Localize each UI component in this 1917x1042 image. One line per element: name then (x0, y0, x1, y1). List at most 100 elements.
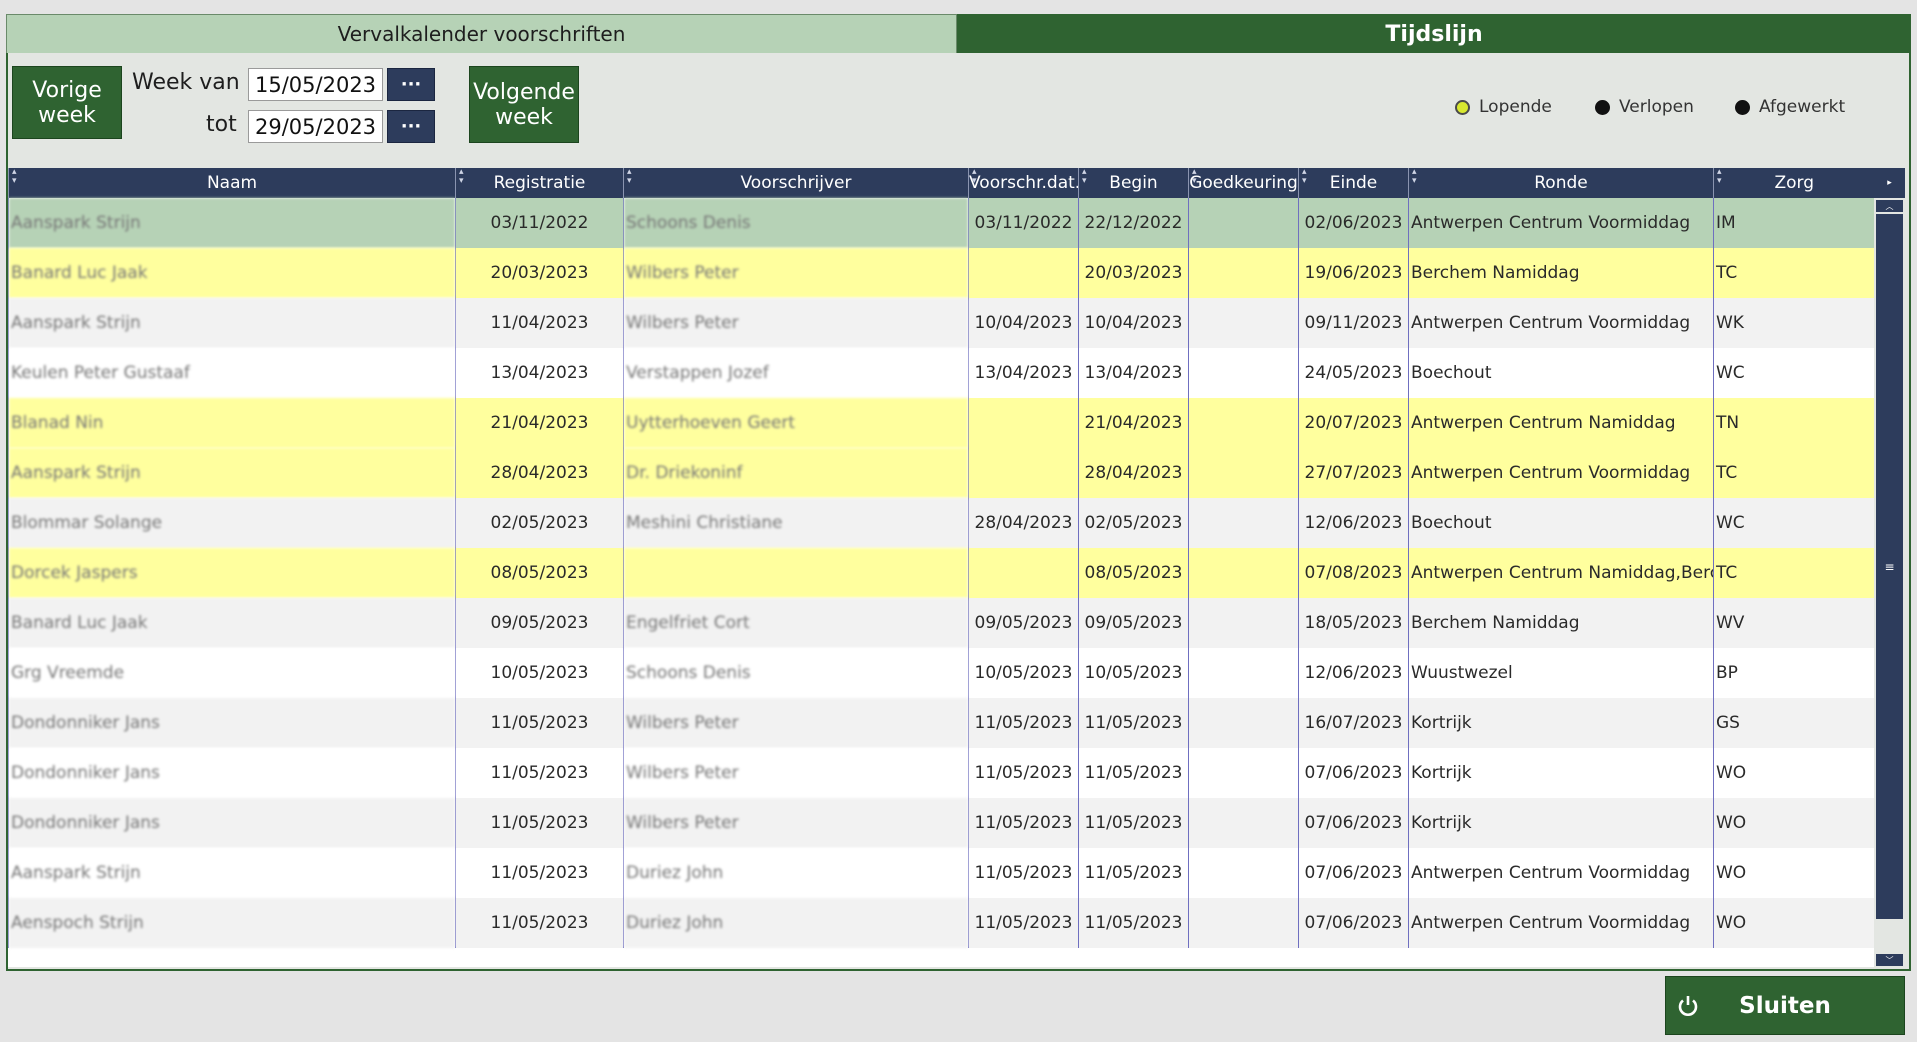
cell-begin: 09/05/2023 (1078, 598, 1189, 648)
date-from-input[interactable] (248, 68, 383, 101)
status-dot-icon (1455, 99, 1470, 115)
scroll-down-icon[interactable]: ﹀ (1876, 954, 1903, 966)
sort-icon[interactable]: ▴ ▾ (1717, 168, 1722, 186)
table-row[interactable]: Blanad Nin 21/04/2023 Uytterhoeven Geert 21… (8, 398, 1874, 448)
table-header-row: ▴ ▾ Naam ▴ ▾ Registratie ▴ ▾ Voorschrijver ▴ ▾ Voor… (8, 168, 1874, 198)
cell-begin: 13/04/2023 (1078, 348, 1189, 398)
table-row[interactable]: Banard Luc Jaak 20/03/2023 Wilbers Peter 20… (8, 248, 1874, 298)
sort-icon[interactable]: ▴ ▾ (12, 168, 17, 186)
cell-voorschrijver: Uytterhoeven Geert (623, 398, 969, 448)
legend-lopende: Lopende (1455, 97, 1552, 117)
column-header[interactable]: ▴ ▾ Goedkeuring (1188, 168, 1299, 198)
cell-begin: 10/04/2023 (1078, 298, 1189, 348)
cell-voorschr-dat: 11/05/2023 (968, 798, 1079, 848)
cell-einde: 19/06/2023 (1298, 248, 1409, 298)
cell-ronde: Kortrijk (1408, 698, 1714, 748)
cell-zorg: IM (1713, 198, 1874, 248)
cell-voorschrijver: Wilbers Peter (623, 748, 969, 798)
cell-voorschrijver: Dr. Driekoninf (623, 448, 969, 498)
table-row[interactable]: Blommar Solange 02/05/2023 Meshini Christi… (8, 498, 1874, 548)
table-row[interactable]: Aanspark Strijn 03/11/2022 Schoons Denis 03… (8, 198, 1874, 248)
previous-week-button[interactable]: Vorige week (12, 66, 122, 139)
cell-einde: 07/06/2023 (1298, 898, 1409, 948)
column-header[interactable]: ▴ ▾ Begin (1078, 168, 1189, 198)
cell-voorschr-dat: 11/05/2023 (968, 698, 1079, 748)
column-header[interactable]: ▴ ▾ Ronde (1408, 168, 1714, 198)
cell-voorschrijver: Duriez John (623, 848, 969, 898)
column-header-label: Voorschr.dat. (969, 173, 1079, 193)
cell-ronde: Antwerpen Centrum Voormiddag (1408, 198, 1714, 248)
cell-voorschrijver: Schoons Denis (623, 648, 969, 698)
table-row[interactable]: Banard Luc Jaak 09/05/2023 Engelfriet Cort… (8, 598, 1874, 648)
date-from-picker-button[interactable]: ··· (387, 68, 435, 101)
table-row[interactable]: Aanspark Strijn 11/04/2023 Wilbers Peter 10… (8, 298, 1874, 348)
week-van-label: Week van (132, 70, 240, 95)
table-row[interactable]: Dorcek Jaspers 08/05/2023 08/05/2023 07/08/… (8, 548, 1874, 598)
cell-goedkeuring (1188, 648, 1299, 698)
table-row[interactable]: Grg Vreemde 10/05/2023 Schoons Denis 10/05/… (8, 648, 1874, 698)
table-row[interactable]: Aanspark Strijn 11/05/2023 Duriez John 11/0… (8, 848, 1874, 898)
tot-label: tot (206, 112, 237, 137)
sort-icon[interactable]: ▴ ▾ (459, 168, 464, 186)
column-header-label: Ronde (1534, 173, 1588, 193)
column-header[interactable]: ▴ ▾ Zorg (1713, 168, 1874, 198)
cell-einde: 07/06/2023 (1298, 748, 1409, 798)
scroll-thumb[interactable]: ≡ (1876, 214, 1903, 919)
table-row[interactable]: Aanspark Strijn 28/04/2023 Dr. Driekoninf 2… (8, 448, 1874, 498)
cell-begin: 11/05/2023 (1078, 848, 1189, 898)
table-row[interactable]: Dondonniker Jans 11/05/2023 Wilbers Peter 1… (8, 698, 1874, 748)
cell-ronde: Antwerpen Centrum Voormiddag (1408, 848, 1714, 898)
table-row[interactable]: Aenspoch Strijn 11/05/2023 Duriez John 11/0… (8, 898, 1874, 948)
cell-registratie: 20/03/2023 (455, 248, 624, 298)
cell-voorschr-dat: 28/04/2023 (968, 498, 1079, 548)
legend-verlopen: Verlopen (1595, 97, 1694, 117)
column-header[interactable]: ▴ ▾ Registratie (455, 168, 624, 198)
column-header-label: Goedkeuring (1189, 173, 1298, 193)
cell-begin: 28/04/2023 (1078, 448, 1189, 498)
sort-icon[interactable]: ▴ ▾ (1192, 168, 1197, 186)
cell-goedkeuring (1188, 598, 1299, 648)
column-header-label: Naam (206, 173, 258, 193)
cell-voorschrijver: Verstappen Jozef (623, 348, 969, 398)
column-header[interactable]: ▴ ▾ Naam (8, 168, 456, 198)
cell-zorg: WC (1713, 498, 1874, 548)
cell-begin: 08/05/2023 (1078, 548, 1189, 598)
cell-einde: 16/07/2023 (1298, 698, 1409, 748)
next-week-button[interactable]: Volgende week (469, 66, 579, 143)
cell-registratie: 10/05/2023 (455, 648, 624, 698)
tab-tijdslijn[interactable]: Tijdslijn (957, 14, 1911, 55)
vertical-scrollbar[interactable]: ▸ ︿ ≡ ﹀ (1874, 168, 1905, 967)
cell-zorg: WO (1713, 748, 1874, 798)
column-header[interactable]: ▴ ▾ Einde (1298, 168, 1409, 198)
table-row[interactable]: Keulen Peter Gustaaf 13/04/2023 Verstappen… (8, 348, 1874, 398)
sort-icon[interactable]: ▴ ▾ (1302, 168, 1307, 186)
cell-voorschr-dat: 11/05/2023 (968, 748, 1079, 798)
column-header[interactable]: ▴ ▾ Voorschr.dat. (968, 168, 1079, 198)
close-button[interactable]: Sluiten (1665, 976, 1905, 1035)
cell-naam: Aanspark Strijn (8, 298, 456, 348)
column-chooser-icon[interactable]: ▸ (1874, 168, 1905, 198)
sort-icon[interactable]: ▴ ▾ (1082, 168, 1087, 186)
close-button-label: Sluiten (1739, 992, 1831, 1019)
table-row[interactable]: Dondonniker Jans 11/05/2023 Wilbers Peter 1… (8, 798, 1874, 848)
cell-ronde: Antwerpen Centrum Namiddag (1408, 398, 1714, 448)
legend-label: Afgewerkt (1759, 97, 1846, 117)
column-header-label: Registratie (493, 173, 586, 193)
date-to-picker-button[interactable]: ··· (387, 110, 435, 143)
scroll-up-icon[interactable]: ︿ (1876, 200, 1903, 212)
cell-einde: 02/06/2023 (1298, 198, 1409, 248)
date-to-input[interactable] (248, 110, 383, 143)
cell-registratie: 08/05/2023 (455, 548, 624, 598)
table-row[interactable]: Dondonniker Jans 11/05/2023 Wilbers Peter 1… (8, 748, 1874, 798)
cell-registratie: 11/05/2023 (455, 698, 624, 748)
column-header[interactable]: ▴ ▾ Voorschrijver (623, 168, 969, 198)
sort-icon[interactable]: ▴ ▾ (972, 168, 977, 186)
cell-begin: 20/03/2023 (1078, 248, 1189, 298)
cell-zorg: TC (1713, 248, 1874, 298)
cell-voorschrijver: Wilbers Peter (623, 248, 969, 298)
sort-icon[interactable]: ▴ ▾ (1412, 168, 1417, 186)
cell-zorg: BP (1713, 648, 1874, 698)
sort-icon[interactable]: ▴ ▾ (627, 168, 632, 186)
tab-vervalkalender[interactable]: Vervalkalender voorschriften (6, 14, 957, 55)
cell-registratie: 09/05/2023 (455, 598, 624, 648)
